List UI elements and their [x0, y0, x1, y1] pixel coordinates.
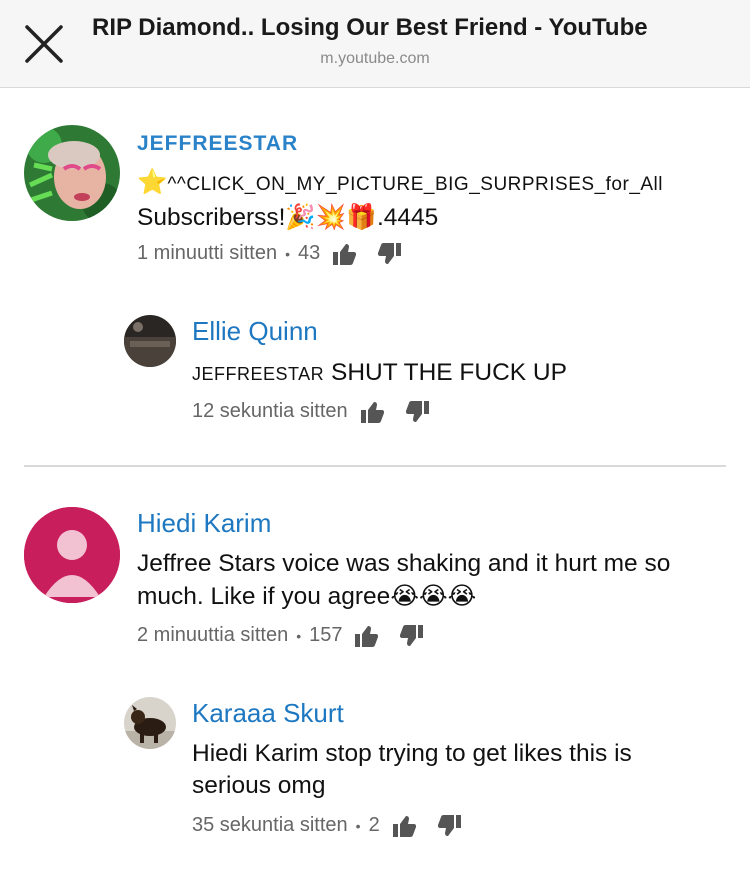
comment-text-tail: .4445	[376, 204, 439, 231]
comment-meta: 35 sekuntia sitten • 2	[192, 814, 462, 837]
thread-divider	[24, 465, 726, 467]
separator-dot: •	[355, 817, 361, 834]
browser-top-bar: RIP Diamond.. Losing Our Best Friend - Y…	[0, 0, 750, 88]
thumbs-up-icon[interactable]	[354, 625, 379, 647]
comment-text-body: SHUT THE FUCK UP	[331, 359, 567, 386]
thumbs-up-icon[interactable]	[332, 243, 357, 265]
crying-emojis: 😭😭😭	[390, 581, 477, 610]
page-title: RIP Diamond.. Losing Our Best Friend - Y…	[92, 14, 648, 41]
comment-text: Jeffree Stars voice was shaking and it h…	[137, 548, 717, 613]
comment-author[interactable]: Karaaa Skurt	[192, 698, 344, 729]
separator-dot: •	[296, 627, 302, 644]
separator-dot: •	[285, 245, 290, 262]
comment-time: 1 minuutti sitten	[137, 242, 278, 264]
like-count: 2	[368, 814, 380, 836]
comment-text: Hiedi Karim stop trying to get likes thi…	[192, 738, 712, 802]
page-url: m.youtube.com	[320, 50, 430, 67]
thumbs-down-icon[interactable]	[437, 814, 462, 837]
comment-meta: 1 minuutti sitten • 43	[137, 242, 402, 265]
comment-meta: 12 sekuntia sitten	[192, 400, 430, 423]
thumbs-down-icon[interactable]	[378, 242, 402, 265]
avatar-hiedi-karim[interactable]	[24, 507, 120, 603]
star-emoji: ⭐	[137, 167, 168, 196]
comment-text-line2: much. Like if you agree	[137, 583, 391, 610]
comment-text-line2: Subscriberss!	[137, 204, 286, 231]
thumbs-up-icon[interactable]	[392, 815, 416, 837]
thumbs-down-icon[interactable]	[400, 624, 424, 647]
comment-time: 35 sekuntia sitten	[192, 814, 348, 836]
comment-text-line1: ^^CLICK_ON_MY_PICTURE_BIG_SURPRISES_for_…	[167, 174, 663, 195]
like-count: 43	[297, 242, 321, 264]
avatar-jeffreestar[interactable]	[24, 125, 120, 221]
comment-author[interactable]: JEFFREESTAR	[137, 132, 298, 156]
comment-text-line2: serious omg	[192, 772, 326, 799]
avatar-ellie-quinn[interactable]	[124, 315, 176, 367]
avatar-karaaa-skurt[interactable]	[124, 697, 176, 749]
comment-text: JEFFREESTAR SHUT THE FUCK UP	[192, 357, 712, 390]
comment-author[interactable]: Ellie Quinn	[192, 316, 318, 347]
comment-time: 12 sekuntia sitten	[192, 400, 348, 422]
thumbs-down-icon[interactable]	[405, 400, 430, 423]
celebration-emojis: 🎉💥🎁	[285, 202, 377, 231]
comment-meta: 2 minuuttia sitten • 157	[137, 624, 424, 647]
comment-text-line1: Hiedi Karim stop trying to get likes thi…	[192, 740, 632, 767]
like-count: 157	[309, 624, 343, 646]
comment-time: 2 minuuttia sitten	[137, 624, 289, 646]
thumbs-up-icon[interactable]	[360, 401, 384, 423]
comment-text-line1: Jeffree Stars voice was shaking and it h…	[137, 550, 671, 577]
comment-author[interactable]: Hiedi Karim	[137, 508, 271, 539]
mention[interactable]: JEFFREESTAR	[192, 364, 324, 384]
comment-text: ⭐^^CLICK_ON_MY_PICTURE_BIG_SURPRISES_for…	[137, 166, 717, 234]
